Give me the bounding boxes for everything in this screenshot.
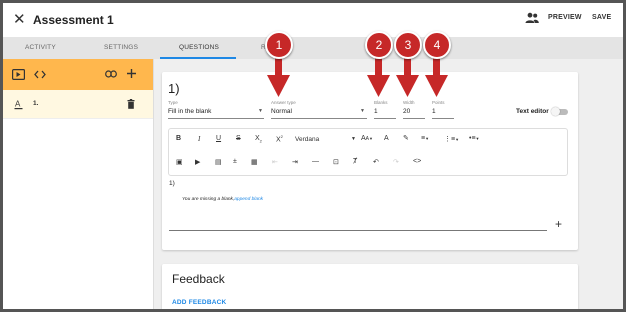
callout-badge-2: 2 <box>365 31 393 59</box>
callout-badge-4: 4 <box>423 31 451 59</box>
callout-arrows <box>267 55 448 97</box>
app-window: ✕ Assessment 1 PREVIEW SAVE ACTIVITY SET… <box>0 0 626 312</box>
callout-badge-1: 1 <box>265 31 293 59</box>
callout-badge-3: 3 <box>394 31 422 59</box>
